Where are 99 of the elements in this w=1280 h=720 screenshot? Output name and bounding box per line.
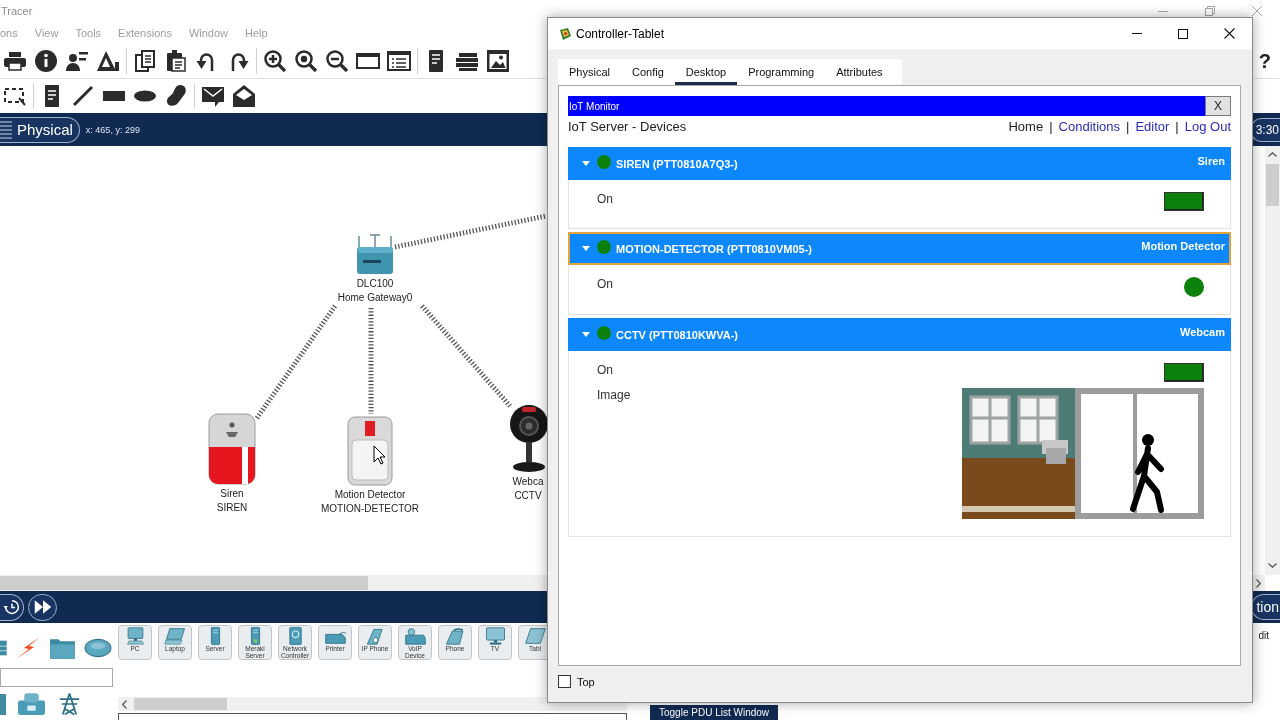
device-model-label: Siren [220,487,244,501]
window-title: Controller-Tablet [576,26,665,41]
nav-separator: | [1049,118,1053,134]
device-header[interactable]: MOTION-DETECTOR (PTT0810VM05-) Motion Detector [568,232,1231,265]
device-model-label: Webca [512,475,544,489]
scrollbar-thumb[interactable] [0,576,368,590]
tab[interactable]: Config [620,59,675,85]
triangle-icon[interactable] [96,49,120,73]
property-label: On [597,363,613,377]
app-title: IoT Monitor [568,100,620,112]
device-model-label: DLC100 [356,277,394,291]
webcam-icon[interactable] [509,403,547,473]
device-header[interactable]: SIREN (PTT0810A7Q3-) Siren [568,147,1231,180]
zoom-in-icon[interactable] [263,49,287,73]
chevron-down-icon[interactable] [1268,563,1277,568]
paste-icon[interactable] [164,49,188,73]
list-icon [0,119,12,140]
fast-forward-icon [33,599,52,615]
reset-time-button[interactable] [0,593,24,621]
device-header[interactable]: CCTV (PTT0810KWVA-) Webcam [568,318,1231,351]
horizontal-scrollbar[interactable] [118,697,627,711]
nav-link[interactable]: Editor [1135,118,1170,134]
cabinet-icon[interactable] [0,692,6,716]
app-icon [559,26,572,41]
search-field[interactable] [0,668,113,687]
device-name-label: SIREN [216,501,248,515]
caret-icon[interactable] [582,246,590,251]
mouse-pointer-icon [373,445,386,465]
nav-link[interactable]: Conditions [1058,118,1120,134]
on-state-indicator[interactable] [1164,192,1204,211]
monitor-icon [123,627,147,645]
tab[interactable]: Attributes [825,59,894,85]
nav-separator: | [1175,118,1179,134]
cloud-icon[interactable] [84,637,112,658]
person-list-icon[interactable] [65,49,89,73]
voip-box-icon [403,627,427,645]
caret-icon[interactable] [582,161,590,166]
siren-icon[interactable] [207,413,257,485]
nav-link[interactable]: Home [1008,118,1044,134]
on-state-indicator[interactable] [1164,363,1204,382]
line-icon[interactable] [71,84,95,108]
checkbox-label: Top [577,675,595,688]
cursor-coordinates: x: 465, y: 299 [85,124,140,135]
page-heading: IoT Server - Devices [568,118,687,134]
physical-mode-button[interactable]: Physical [0,116,80,143]
motion-sensor-icon[interactable] [345,416,395,486]
device-name: CCTV (PTT0810KWVA-) [616,328,740,341]
tv-icon [483,627,507,645]
gateway-icon[interactable] [355,233,395,275]
restore-icon[interactable] [1204,6,1215,16]
image-icon[interactable] [486,49,510,73]
scrollbar-thumb[interactable] [1266,164,1279,206]
property-label: Image [597,388,631,402]
chevron-left-icon[interactable] [122,699,127,709]
help-button[interactable]: ? [1258,50,1271,72]
power-tower-icon[interactable] [57,692,82,716]
close-button[interactable]: X [1205,96,1231,116]
list-window-icon[interactable] [387,49,411,73]
vertical-scrollbar[interactable] [1265,146,1280,575]
phone-icon [443,627,467,645]
checkbox[interactable] [558,675,571,688]
toggle-pdu-button[interactable]: Toggle PDU List Window [650,705,779,720]
device-type: Webcam [1179,325,1225,338]
nav-separator: | [1126,118,1130,134]
freeform-icon[interactable] [164,84,188,108]
machine-icon[interactable] [17,692,46,716]
zoom-out-icon[interactable] [325,49,349,73]
info-icon[interactable] [34,49,58,73]
device-name-label: CCTV [514,489,542,503]
close-icon[interactable] [1223,28,1235,39]
device-type: Siren [1197,154,1225,167]
device-name: MOTION-DETECTOR (PTT0810VM05-) [616,242,813,255]
caret-icon[interactable] [582,332,590,337]
chevron-up-icon[interactable] [1268,152,1277,157]
device-name-label: MOTION-DETECTOR [320,502,420,516]
open-envelope-icon[interactable] [232,84,256,108]
scrollbar-thumb[interactable] [134,698,227,710]
printer-icon[interactable] [3,49,27,73]
fast-forward-button[interactable] [28,593,57,621]
laptop-icon [163,627,187,645]
property-label: On [597,192,613,206]
device-model-label: Motion Detector [334,488,406,502]
property-label: On [597,277,613,291]
nav-link[interactable]: Log Out [1184,118,1231,134]
clock-arrow-icon [2,598,21,616]
maximize-icon[interactable] [1178,28,1188,39]
device-type: Motion Detector [1141,239,1225,252]
tab[interactable]: Programming [737,59,826,85]
chevron-right-icon[interactable] [1256,578,1261,588]
magnifier-icon[interactable] [294,49,318,73]
mode-tab[interactable]: tion [1251,594,1280,620]
device-name: SIREN (PTT0810A7Q3-) [616,157,739,170]
tab[interactable]: Physical [558,59,621,85]
side-label: dit [1258,630,1269,641]
window-title: Tracer [0,5,33,17]
tablet-icon [523,627,547,645]
envelope-icon[interactable] [201,84,225,108]
copy-icon[interactable] [133,49,157,73]
device-name-label: Home Gateway0 [337,291,413,305]
